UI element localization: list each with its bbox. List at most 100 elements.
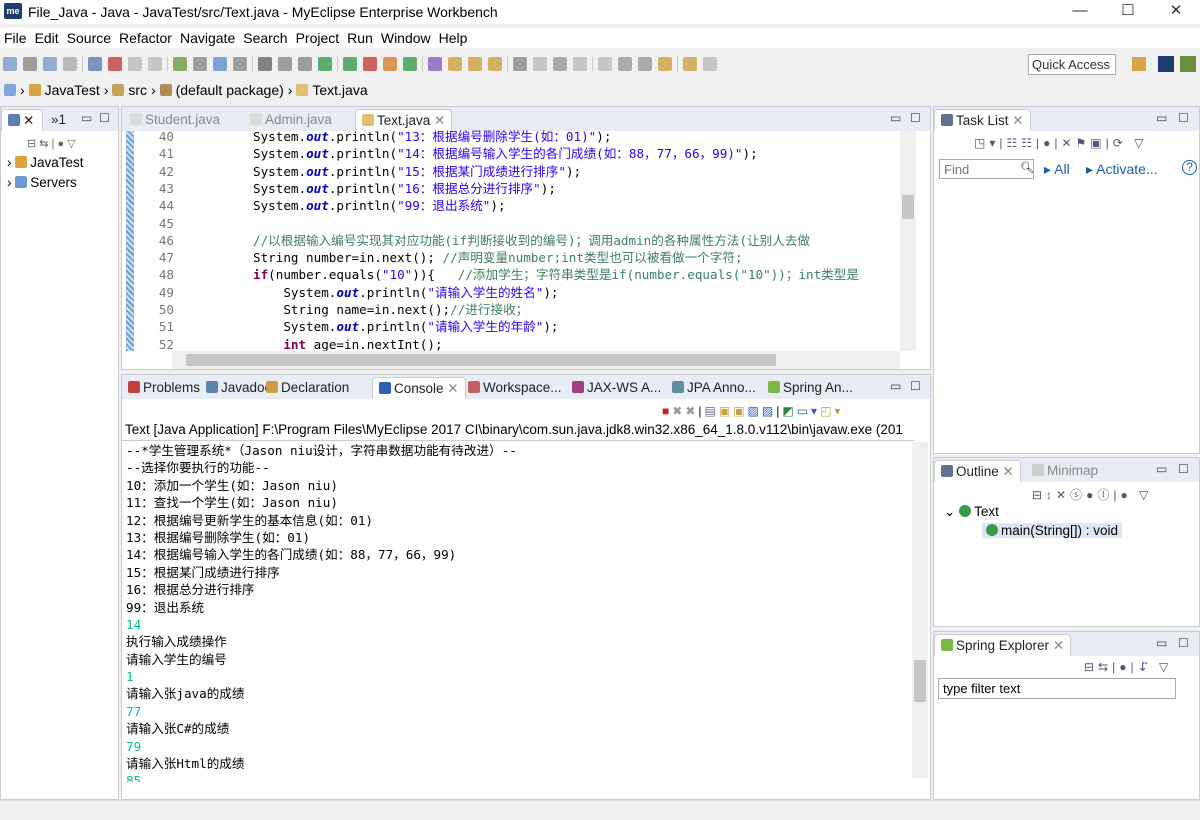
toolbar-button-icon[interactable] <box>173 57 187 71</box>
minimize-icon[interactable]: ▭ <box>1156 462 1167 476</box>
toolbar-button-icon[interactable] <box>63 57 77 71</box>
menu-project[interactable]: Project <box>292 28 344 48</box>
toolbar-button-icon[interactable] <box>553 57 567 71</box>
minimize-icon[interactable]: ▭ <box>1156 636 1167 650</box>
editor-horizontal-scrollbar[interactable] <box>172 351 900 369</box>
menu-search[interactable]: Search <box>239 28 291 48</box>
outline-class-text[interactable]: ⌄ Text <box>944 504 999 520</box>
maximize-icon[interactable]: ☐ <box>1178 111 1189 125</box>
pin-console-icon[interactable]: ◩ <box>782 404 796 418</box>
maximize-icon[interactable]: ☐ <box>99 111 110 125</box>
menu-edit[interactable]: Edit <box>31 28 63 48</box>
tab-declaration[interactable]: Declaration <box>260 377 355 399</box>
close-tab-icon[interactable]: ✕ <box>434 113 445 128</box>
toolbar-button-icon[interactable] <box>513 57 527 71</box>
task-list-toolbar[interactable]: ◳▾|☷☷|●|✕⚑▣|⟳ ▽ <box>974 136 1147 150</box>
toolbar-button-icon[interactable] <box>148 57 162 71</box>
menu-run[interactable]: Run <box>343 28 377 48</box>
toolbar-button-icon[interactable] <box>43 57 57 71</box>
maximize-button[interactable]: ☐ <box>1108 2 1148 22</box>
tree-item-javatest[interactable]: › JavaTest <box>7 155 84 170</box>
minimize-icon[interactable]: ▭ <box>1156 111 1167 125</box>
toolbar-button-icon[interactable] <box>638 57 652 71</box>
breadcrumb-file[interactable]: Text.java <box>312 82 367 98</box>
scroll-thumb[interactable] <box>902 195 914 219</box>
toolbar-button-icon[interactable] <box>193 57 207 71</box>
spring-filter-input[interactable] <box>938 678 1176 699</box>
outline-method-main[interactable]: main(String[]) : void <box>982 523 1123 538</box>
toolbar-button-icon[interactable] <box>258 57 272 71</box>
scroll-thumb[interactable] <box>914 660 926 702</box>
tab-jpa-anno[interactable]: JPA Anno... <box>666 377 762 399</box>
word-wrap-icon[interactable]: ▣ <box>733 404 747 418</box>
myeclipse-perspective-icon[interactable] <box>1158 56 1174 72</box>
toolbar-button-icon[interactable] <box>88 57 102 71</box>
open-console-icon[interactable]: ◰▾ <box>820 404 843 418</box>
tab-jax-ws-a[interactable]: JAX-WS A... <box>566 377 667 399</box>
close-tab-icon[interactable]: ✕ <box>1053 638 1064 653</box>
tab-spring-an[interactable]: Spring An... <box>762 377 859 399</box>
toolbar-button-icon[interactable] <box>318 57 332 71</box>
toolbar-button-icon[interactable] <box>383 57 397 71</box>
maximize-icon[interactable]: ☐ <box>910 379 921 393</box>
toolbar-button-icon[interactable] <box>3 57 17 71</box>
minimize-icon[interactable]: ▭ <box>81 111 92 125</box>
toolbar-button-icon[interactable] <box>658 57 672 71</box>
toolbar-button-icon[interactable] <box>533 57 547 71</box>
remove-all-icon[interactable]: ✖ <box>685 404 698 418</box>
breadcrumb-package[interactable]: (default package) <box>176 82 284 98</box>
toolbar-button-icon[interactable] <box>573 57 587 71</box>
menu-file[interactable]: File <box>0 28 31 48</box>
toolbar-button-icon[interactable] <box>403 57 417 71</box>
toolbar-button-icon[interactable] <box>468 57 482 71</box>
console-output[interactable]: --*学生管理系统*（Jason niu设计，字符串数据功能有待改进）-- --选… <box>126 442 906 782</box>
toolbar-button-icon[interactable] <box>683 57 697 71</box>
overflow-tabs[interactable]: »1 <box>45 109 72 131</box>
editor-vertical-scrollbar[interactable] <box>900 131 916 351</box>
minimize-icon[interactable]: ▭ <box>890 111 901 125</box>
java-perspective-icon[interactable] <box>1180 56 1196 72</box>
toolbar-button-icon[interactable] <box>298 57 312 71</box>
code-area[interactable]: 40 System.out.println("13：根据编号删除学生(如：01)… <box>122 128 902 352</box>
display-console-icon[interactable]: ▭▾ <box>797 404 820 418</box>
breadcrumb-src[interactable]: src <box>128 82 147 98</box>
maximize-icon[interactable]: ☐ <box>1178 636 1189 650</box>
tab-console[interactable]: Console ✕ <box>372 377 466 399</box>
help-icon[interactable]: ? <box>1182 160 1197 175</box>
toolbar-button-icon[interactable] <box>448 57 462 71</box>
tab-spring-explorer[interactable]: Spring Explorer ✕ <box>934 634 1072 656</box>
quick-access-input[interactable]: Quick Access <box>1028 54 1116 75</box>
minimize-icon[interactable]: ▭ <box>890 379 901 393</box>
close-tab-icon[interactable]: ✕ <box>1012 113 1023 128</box>
console-vertical-scrollbar[interactable] <box>912 442 928 778</box>
all-link[interactable]: ▸ All <box>1044 161 1070 178</box>
terminate-icon[interactable]: ■ <box>662 404 672 418</box>
maximize-icon[interactable]: ☐ <box>910 111 921 125</box>
close-tab-icon[interactable]: ✕ <box>1003 464 1014 479</box>
scroll-lock-icon[interactable]: ▣ <box>719 404 733 418</box>
workspace-icon[interactable] <box>4 84 16 96</box>
spring-explorer-toolbar[interactable]: ⊟⇆|●|↓⃡ ▽ <box>1084 660 1172 674</box>
show-stdout-icon[interactable]: ▨ <box>748 404 762 418</box>
collapse-all-icon[interactable]: ⊟ ⇆ | ● ▽ <box>27 137 76 150</box>
tree-item-servers[interactable]: › Servers <box>7 175 77 190</box>
activate-link[interactable]: ▸ Activate... <box>1086 161 1158 178</box>
menu-refactor[interactable]: Refactor <box>115 28 176 48</box>
tab-package-explorer[interactable]: ✕ <box>1 109 43 131</box>
minimize-button[interactable]: — <box>1060 2 1100 22</box>
clear-console-icon[interactable]: ▤ <box>705 404 719 418</box>
toolbar-button-icon[interactable] <box>233 57 247 71</box>
show-stderr-icon[interactable]: ▨ <box>762 404 776 418</box>
tab-outline[interactable]: Outline ✕ <box>934 460 1021 482</box>
toolbar-button-icon[interactable] <box>23 57 37 71</box>
toolbar-button-icon[interactable] <box>363 57 377 71</box>
toolbar-button-icon[interactable] <box>618 57 632 71</box>
tab-task-list[interactable]: Task List ✕ <box>934 109 1031 131</box>
close-tab-icon[interactable]: ✕ <box>444 381 458 396</box>
tab-problems[interactable]: Problems <box>122 377 206 399</box>
remove-launch-icon[interactable]: ✖ <box>672 404 685 418</box>
outline-toolbar[interactable]: ⊟↕✕ⓢ●ⓛ|● ▽ <box>1032 486 1152 503</box>
breadcrumb-project[interactable]: JavaTest <box>45 82 100 98</box>
toolbar-button-icon[interactable] <box>488 57 502 71</box>
toolbar-button-icon[interactable] <box>343 57 357 71</box>
